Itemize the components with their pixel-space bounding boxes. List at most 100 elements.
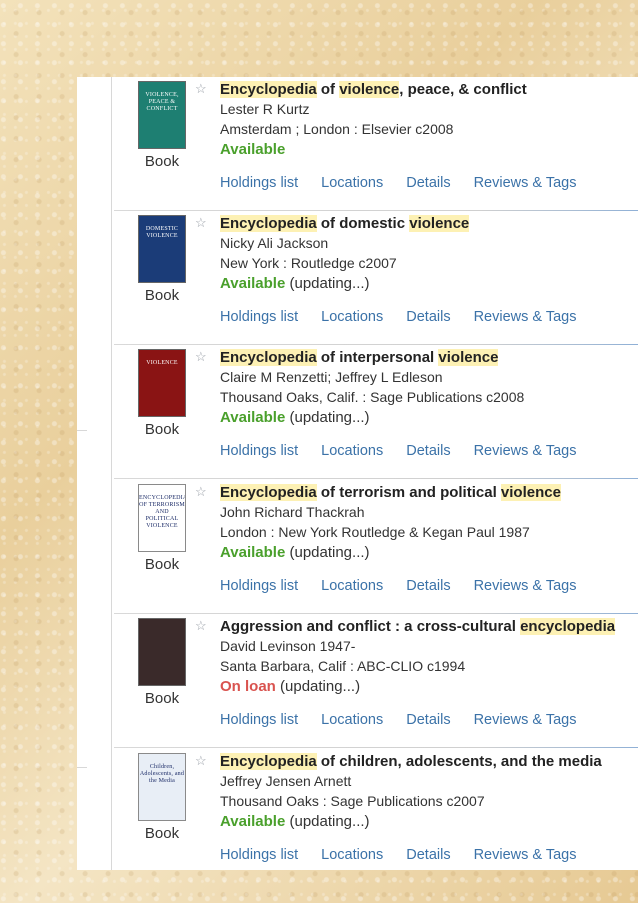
result-publisher: Amsterdam ; London : Elsevier c2008 xyxy=(220,121,454,137)
reviews-tags-link[interactable]: Reviews & Tags xyxy=(474,175,577,191)
status-label: Available xyxy=(220,813,286,830)
status-note: (updating...) xyxy=(285,275,370,292)
results-panel: VIOLENCE, PEACE & CONFLICT Book ☆ Encyclope… xyxy=(77,77,638,870)
cover-text: ENCYCLOPEDIA OF TERRORISM AND POLITICAL … xyxy=(139,495,186,529)
holdings-list-link[interactable]: Holdings list xyxy=(220,443,298,459)
locations-link[interactable]: Locations xyxy=(321,175,383,191)
title-segment: children, adolescents, and the media xyxy=(339,753,602,770)
result-author: Jeffrey Jensen Arnett xyxy=(220,773,352,789)
title-segment: of xyxy=(316,484,340,501)
result-title[interactable]: Aggression and conflict : a cross-cultur… xyxy=(220,618,638,635)
title-segment: of xyxy=(316,215,340,232)
title-segment: Encyclopedia xyxy=(220,81,317,98)
holdings-list-link[interactable]: Holdings list xyxy=(220,847,298,863)
status-note: (updating...) xyxy=(285,409,370,426)
title-segment: encyclopedia xyxy=(520,618,616,635)
reviews-tags-link[interactable]: Reviews & Tags xyxy=(474,443,577,459)
status-note: (updating...) xyxy=(285,813,370,830)
result-author: Lester R Kurtz xyxy=(220,101,310,117)
status-label: Available xyxy=(220,141,286,158)
title-segment: interpersonal xyxy=(339,349,439,366)
book-cover-image[interactable] xyxy=(138,618,186,686)
holdings-list-link[interactable]: Holdings list xyxy=(220,712,298,728)
result-status: Available (updating...) xyxy=(220,813,370,830)
title-segment: Encyclopedia xyxy=(220,349,317,366)
result-links: Holdings list Locations Details Reviews & T… xyxy=(220,175,599,191)
book-cover-image[interactable]: VIOLENCE xyxy=(138,349,186,417)
result-title[interactable]: Encyclopedia of domestic violence xyxy=(220,215,638,232)
result-title[interactable]: Encyclopedia of interpersonal violence xyxy=(220,349,638,366)
star-icon[interactable]: ☆ xyxy=(195,215,207,231)
reviews-tags-link[interactable]: Reviews & Tags xyxy=(474,578,577,594)
holdings-list-link[interactable]: Holdings list xyxy=(220,578,298,594)
title-segment: Encyclopedia xyxy=(220,215,317,232)
title-segment: terrorism and political xyxy=(339,484,501,501)
locations-link[interactable]: Locations xyxy=(321,578,383,594)
locations-link[interactable]: Locations xyxy=(321,847,383,863)
result-links: Holdings list Locations Details Reviews & T… xyxy=(220,309,599,325)
details-link[interactable]: Details xyxy=(406,443,450,459)
title-segment: of xyxy=(316,81,340,98)
cover-text: DOMESTIC VIOLENCE xyxy=(145,226,179,239)
result-author: David Levinson 1947- xyxy=(220,638,356,654)
book-cover-image[interactable]: Children, Adolescents, and the Media xyxy=(138,753,186,821)
title-segment: of xyxy=(316,349,340,366)
result-author: Claire M Renzetti; Jeffrey L Edleson xyxy=(220,369,443,385)
book-cover-image[interactable]: VIOLENCE, PEACE & CONFLICT xyxy=(138,81,186,149)
title-segment: violence xyxy=(409,215,470,232)
result-item: Children, Adolescents, and the Media Book… xyxy=(114,749,638,870)
star-icon[interactable]: ☆ xyxy=(195,618,207,634)
details-link[interactable]: Details xyxy=(406,578,450,594)
format-label: Book xyxy=(144,421,180,438)
star-icon[interactable]: ☆ xyxy=(195,349,207,365)
result-item: ENCYCLOPEDIA OF TERRORISM AND POLITICAL … xyxy=(114,480,638,614)
format-label: Book xyxy=(144,825,180,842)
result-item: VIOLENCE, PEACE & CONFLICT Book ☆ Encyclope… xyxy=(114,77,638,211)
details-link[interactable]: Details xyxy=(406,712,450,728)
result-links: Holdings list Locations Details Reviews & T… xyxy=(220,443,599,459)
format-label: Book xyxy=(144,690,180,707)
title-segment: Encyclopedia xyxy=(220,753,317,770)
result-item: VIOLENCE Book ☆ Encyclopedia of interperson… xyxy=(114,345,638,479)
status-label: On loan xyxy=(220,678,276,695)
star-icon[interactable]: ☆ xyxy=(195,753,207,769)
title-segment: Encyclopedia xyxy=(220,484,317,501)
details-link[interactable]: Details xyxy=(406,175,450,191)
title-segment: of xyxy=(316,753,340,770)
cover-text: VIOLENCE xyxy=(146,360,178,366)
details-link[interactable]: Details xyxy=(406,847,450,863)
left-divider-tick xyxy=(77,767,87,768)
result-title[interactable]: Encyclopedia of children, adolescents, a… xyxy=(220,753,638,770)
reviews-tags-link[interactable]: Reviews & Tags xyxy=(474,712,577,728)
details-link[interactable]: Details xyxy=(406,309,450,325)
result-title[interactable]: Encyclopedia of violence, peace, & confl… xyxy=(220,81,638,98)
result-item: DOMESTIC VIOLENCE Book ☆ Encyclopedia of do… xyxy=(114,211,638,345)
result-status: Available (updating...) xyxy=(220,275,370,292)
title-segment: Aggression and conflict : a cross-cultur… xyxy=(220,618,521,635)
locations-link[interactable]: Locations xyxy=(321,443,383,459)
holdings-list-link[interactable]: Holdings list xyxy=(220,309,298,325)
result-publisher: Santa Barbara, Calif : ABC-CLIO c1994 xyxy=(220,658,466,674)
title-segment: domestic xyxy=(339,215,410,232)
format-label: Book xyxy=(144,153,180,170)
locations-link[interactable]: Locations xyxy=(321,712,383,728)
result-item: Book ☆ Aggression and conflict : a cross-c… xyxy=(114,614,638,748)
result-title[interactable]: Encyclopedia of terrorism and political … xyxy=(220,484,638,501)
title-segment: violence xyxy=(438,349,499,366)
cover-text: Children, Adolescents, and the Media xyxy=(139,764,185,784)
status-label: Available xyxy=(220,409,286,426)
status-label: Available xyxy=(220,275,286,292)
star-icon[interactable]: ☆ xyxy=(195,484,207,500)
holdings-list-link[interactable]: Holdings list xyxy=(220,175,298,191)
reviews-tags-link[interactable]: Reviews & Tags xyxy=(474,847,577,863)
result-links: Holdings list Locations Details Reviews & T… xyxy=(220,712,599,728)
star-icon[interactable]: ☆ xyxy=(195,81,207,97)
reviews-tags-link[interactable]: Reviews & Tags xyxy=(474,309,577,325)
locations-link[interactable]: Locations xyxy=(321,309,383,325)
title-segment: violence xyxy=(500,484,561,501)
book-cover-image[interactable]: ENCYCLOPEDIA OF TERRORISM AND POLITICAL … xyxy=(138,484,186,552)
result-status: On loan (updating...) xyxy=(220,678,360,695)
result-publisher: London : New York Routledge & Kegan Paul… xyxy=(220,524,530,540)
result-publisher: New York : Routledge c2007 xyxy=(220,255,397,271)
book-cover-image[interactable]: DOMESTIC VIOLENCE xyxy=(138,215,186,283)
